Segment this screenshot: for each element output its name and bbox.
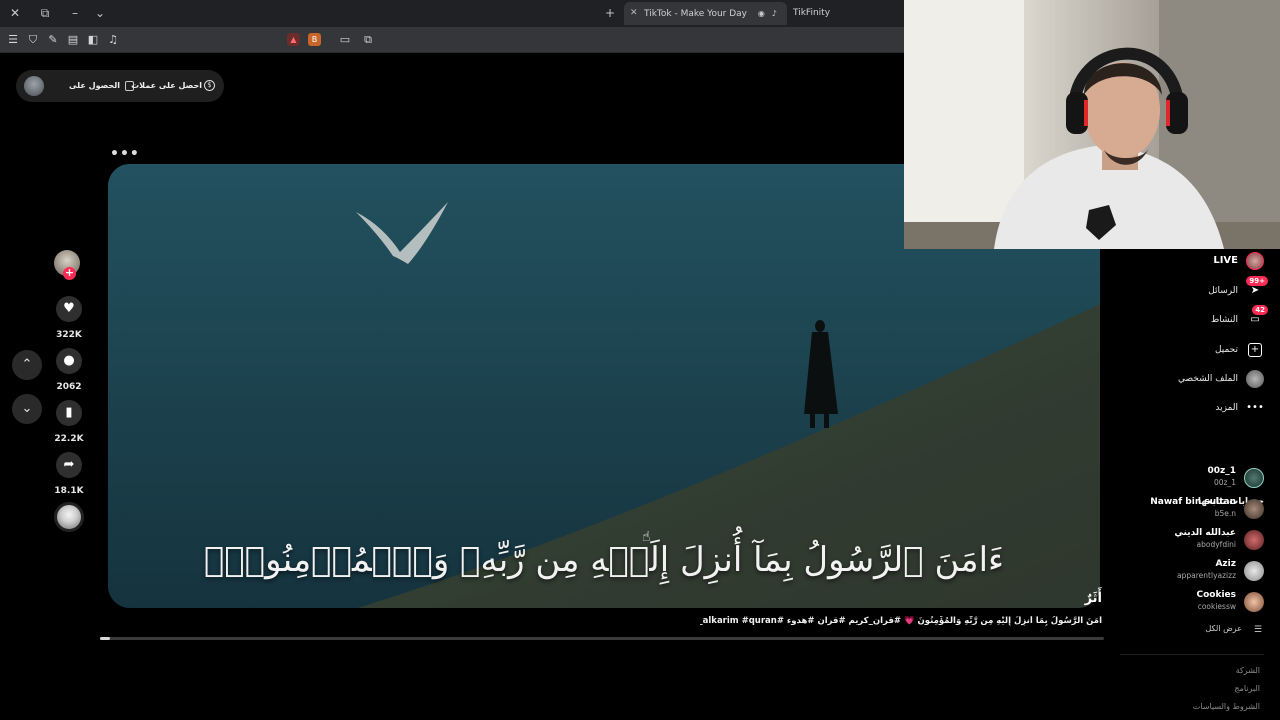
sidebar-item-label: المزيد [1215,403,1238,413]
see-all-label: عرض الكل [1205,624,1242,633]
tab-audio-icon[interactable]: ◉ [758,2,765,25]
avatar [1244,499,1264,519]
tab-tiktok[interactable]: ✕ TikTok - Make Your Day ◉ ♪ [624,2,787,25]
account-name: Cookies [1196,590,1236,600]
more-icon: ••• [1246,402,1264,413]
caption-description: آمَنَ الرَّسُولُ بِمَآ أُنزِلَ إِلَيْهِ … [700,616,1102,626]
tab-title: TikTok - Make Your Day [644,9,748,19]
get-coins-button[interactable]: احصل على عملات [131,70,202,102]
tab-list-chevron-icon[interactable]: ⌄ [90,4,110,22]
share-button[interactable]: ➦ [56,452,82,478]
brave-shield-icon[interactable]: B [308,33,321,46]
pin-icon[interactable]: ✎ [45,32,61,48]
like-count: 322K [56,330,82,340]
avatar[interactable] [24,76,44,96]
get-app-button[interactable]: الحصول على الت... [66,70,120,102]
bookmark-icon: ▮ [65,405,73,420]
footer-link-company[interactable]: الشركة [1236,666,1260,675]
comment-count: 2062 [56,382,82,392]
cast-icon[interactable]: ▭ [337,32,353,48]
account-handle: b5e.n [1214,509,1236,518]
profile-icon [1246,370,1264,388]
see-all-button[interactable]: عرض الكل ☰ [1174,624,1264,638]
messages-badge: 99+ [1246,276,1268,286]
avatar [1244,468,1264,488]
sidebar-item-label: النشاط [1210,315,1238,325]
chevron-up-icon: ⌃ [21,357,33,372]
new-tab-button[interactable]: + [600,4,620,22]
video-progress-bar[interactable] [100,637,1104,640]
sidebar-item-upload[interactable]: تحميل + [1114,339,1264,361]
live-icon [1246,252,1264,270]
extensions-icon[interactable]: ⧉ [360,32,376,48]
sidebar-item-activity[interactable]: النشاط ▭ 42 [1114,305,1268,331]
account-name: عبدالله الديني [1174,528,1236,538]
music-disc-icon[interactable] [54,502,84,532]
sidebar-item-label: LIVE [1213,255,1238,266]
next-video-button[interactable]: ⌄ [12,394,42,424]
tab-close-icon[interactable]: ✕ [630,2,638,25]
close-window-icon[interactable]: ✕ [5,4,25,22]
tab-tikfinity[interactable]: TikFinity [793,2,830,25]
list-icon: ☰ [1253,625,1262,635]
more-options-icon[interactable]: ••• [110,146,140,162]
divider [1120,654,1264,655]
share-icon: ➦ [63,457,75,472]
following-account[interactable]: Nawaf bin sultan b5e.n [1094,495,1264,523]
comment-button[interactable]: ● [56,348,82,374]
extension-triangle-icon[interactable]: ▲ [287,33,300,46]
share-count: 18.1K [54,486,84,496]
following-account[interactable]: عبدالله الديني abodyfdini [1094,526,1264,554]
following-account[interactable]: 00z_1 00z_1 [1094,464,1264,492]
sidebar-item-live[interactable]: LIVE [1114,250,1264,272]
account-handle: 00z_1 [1213,478,1236,487]
sidebar-item-more[interactable]: المزيد ••• [1114,397,1264,419]
webcam-overlay [904,0,1280,249]
account-name: Nawaf bin sultan [1150,497,1236,507]
menu-icon[interactable]: ☰ [5,32,21,48]
video-progress-fill [100,637,111,640]
webcam-person-image [904,0,1280,249]
sidebar-item-label: الملف الشخصي [1178,374,1238,384]
avatar [1244,592,1264,612]
footer-link-program[interactable]: البرنامج [1234,684,1260,693]
save-count: 22.2K [54,434,84,444]
account-name: 00z_1 [1207,466,1236,476]
sidebar-item-label: تحميل [1214,345,1238,355]
top-bar-pill: الحصول على الت... احصل على عملات $ [16,70,224,102]
video-verse-text: ءَامَنَ ٱلرَّسُولُ بِمَآ أُنزِلَ إِلَيۡه… [203,540,1005,580]
mouse-cursor-icon: ☝ [642,529,651,545]
heart-icon: ♥ [63,301,75,316]
avatar [1244,530,1264,550]
reader-icon[interactable]: ▤ [65,32,81,48]
music-icon[interactable]: ♫ [105,32,121,48]
sidebar-item-profile[interactable]: الملف الشخصي [1114,368,1264,390]
sidebar-item-label: الرسائل [1208,286,1238,296]
sidebar-toggle-icon[interactable]: ◧ [85,32,101,48]
account-handle: apparentlyazizz [1177,571,1236,580]
minimize-icon[interactable]: – [65,4,85,22]
previous-video-button[interactable]: ⌃ [12,350,42,380]
chevron-down-icon: ⌄ [21,401,33,416]
follow-plus-icon[interactable]: + [63,267,76,280]
tiktok-favicon-icon: ♪ [771,9,777,18]
tab-sync-icon[interactable]: ⧉ [35,4,55,22]
save-button[interactable]: ▮ [56,400,82,426]
comment-icon: ● [63,353,75,368]
upload-icon: + [1248,343,1262,357]
following-account[interactable]: Aziz apparentlyazizz [1094,557,1264,585]
avatar [1244,561,1264,581]
account-handle: abodyfdini [1196,540,1236,549]
account-handle: cookiessw [1197,602,1236,611]
coin-icon: $ [204,80,215,91]
like-button[interactable]: ♥ [56,296,82,322]
sidebar-item-messages[interactable]: الرسائل ➤ 99+ [1114,276,1268,302]
activity-badge: 42 [1252,305,1268,315]
shield-icon[interactable]: ⛉ [25,32,41,48]
account-name: Aziz [1215,559,1236,569]
following-account[interactable]: Cookies cookiessw [1094,588,1264,616]
footer-link-terms[interactable]: الشروط والسياسات [1193,702,1260,711]
